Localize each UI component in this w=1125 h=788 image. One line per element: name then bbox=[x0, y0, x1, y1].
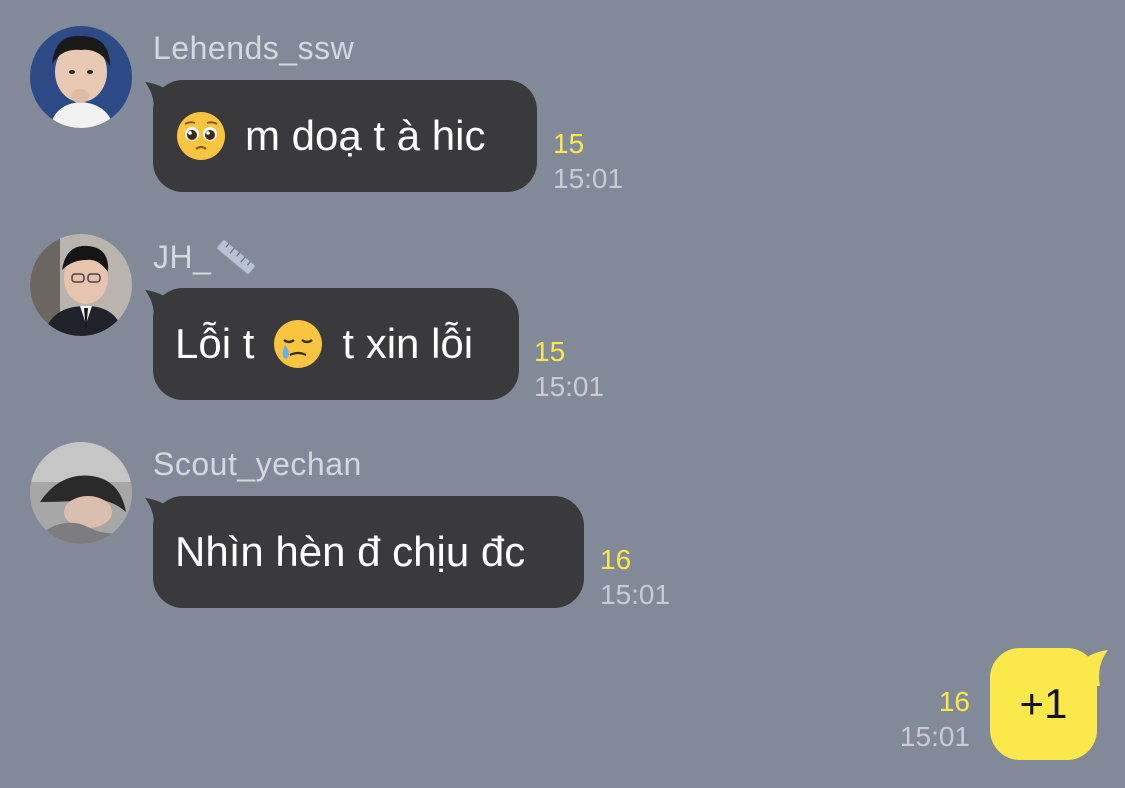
sender-name: Scout_yechan bbox=[153, 446, 362, 482]
message-text-start: Lỗi t bbox=[175, 320, 255, 367]
message-meta: 15 15:01 bbox=[534, 335, 604, 405]
message-bubble[interactable]: Nhìn hèn đ chịu đc bbox=[153, 496, 584, 608]
sender-name: JH_ bbox=[153, 237, 259, 277]
message-bubble[interactable]: Lỗi t t xin lỗi bbox=[153, 288, 519, 400]
timestamp: 15:01 bbox=[553, 163, 624, 194]
message-text: m doạ t à hic bbox=[245, 112, 486, 159]
message-text-end: t xin lỗi bbox=[342, 320, 474, 367]
timestamp: 15:01 bbox=[899, 721, 970, 752]
message-meta: 16 15:01 bbox=[600, 543, 670, 613]
unread-count: 16 bbox=[600, 544, 632, 575]
ruler-icon bbox=[216, 239, 257, 275]
avatar[interactable] bbox=[30, 442, 132, 544]
message-bubble[interactable]: m doạ t à hic bbox=[153, 80, 537, 192]
pleading-face-icon bbox=[177, 112, 225, 160]
unread-count: 16 bbox=[938, 686, 970, 717]
face-holding-back-tears-icon bbox=[274, 320, 323, 368]
unread-count: 15 bbox=[553, 128, 585, 159]
timestamp: 15:01 bbox=[534, 371, 605, 402]
message-meta: 15 15:01 bbox=[553, 127, 623, 197]
message-meta: 16 15:01 bbox=[900, 685, 970, 755]
sender-name: Lehends_ssw bbox=[153, 30, 355, 66]
avatar[interactable] bbox=[30, 234, 132, 336]
timestamp: 15:01 bbox=[600, 579, 671, 610]
avatar[interactable] bbox=[30, 26, 132, 128]
my-message-bubble[interactable]: +1 bbox=[990, 648, 1097, 760]
unread-count: 15 bbox=[534, 336, 566, 367]
